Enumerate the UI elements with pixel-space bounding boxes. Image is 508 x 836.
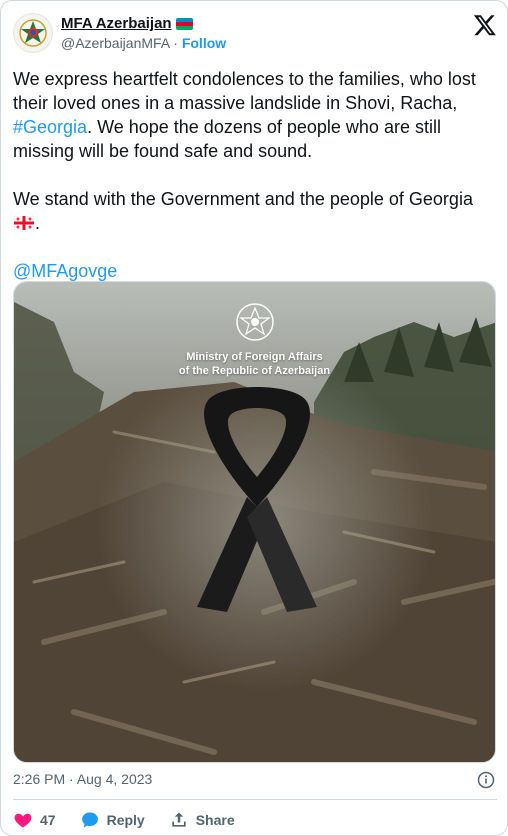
share-icon — [172, 812, 186, 827]
tweet-text: We express heartfelt condolences to the … — [13, 67, 497, 283]
tweet-header: MFA Azerbaijan @AzerbaijanMFA · Follow — [13, 13, 497, 55]
caption-line-1: Ministry of Foreign Affairs — [186, 351, 323, 363]
tweet-image[interactable]: Ministry of Foreign Affairs of the Repub… — [13, 281, 496, 763]
action-bar: 47 Reply Share — [13, 809, 259, 831]
handle-row: @AzerbaijanMFA · Follow — [61, 35, 226, 51]
reply-label: Reply — [106, 812, 145, 828]
caption-line-2: of the Republic of Azerbaijan — [178, 365, 331, 377]
separator: · — [173, 35, 178, 51]
timestamp[interactable]: 2:26 PM · Aug 4, 2023 — [13, 771, 152, 787]
coat-of-arms-icon — [19, 19, 47, 47]
azerbaijan-flag-icon — [175, 17, 193, 30]
like-button[interactable]: 47 — [13, 810, 56, 830]
tweet-text-period: . — [35, 213, 41, 233]
x-logo-icon[interactable] — [473, 13, 497, 37]
media-caption: Ministry of Foreign Affairs of the Repub… — [14, 350, 495, 378]
tweet-text-part1: We express heartfelt condolences to the … — [13, 69, 476, 113]
info-icon[interactable] — [477, 771, 495, 789]
display-name[interactable]: MFA Azerbaijan — [61, 15, 172, 32]
tweet-text-part3: We stand with the Government and the peo… — [13, 189, 473, 209]
avatar[interactable] — [13, 13, 53, 53]
reply-button[interactable]: Reply — [80, 810, 145, 830]
follow-button[interactable]: Follow — [182, 35, 226, 51]
handle[interactable]: @AzerbaijanMFA — [61, 35, 169, 51]
reply-bubble-icon — [81, 812, 98, 828]
tweet-card: MFA Azerbaijan @AzerbaijanMFA · Follow W… — [0, 0, 508, 836]
heart-icon — [14, 813, 32, 828]
share-button[interactable]: Share — [169, 810, 235, 830]
hashtag-georgia-link[interactable]: #Georgia — [13, 117, 87, 137]
like-count: 47 — [40, 812, 56, 828]
share-label: Share — [195, 812, 235, 828]
georgia-flag-icon — [14, 216, 34, 230]
mention-mfagovge-link[interactable]: @MFAgovge — [13, 261, 117, 281]
divider — [13, 799, 497, 800]
